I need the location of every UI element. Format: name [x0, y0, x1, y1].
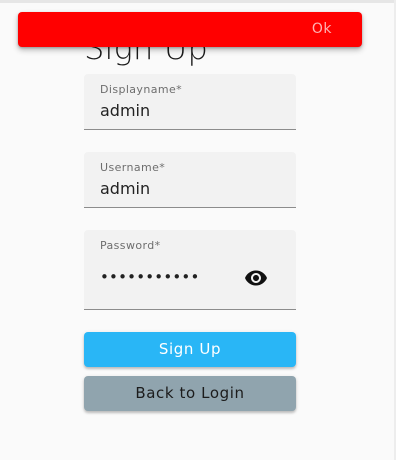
- username-input[interactable]: admin: [100, 179, 150, 198]
- displayname-field[interactable]: Displayname* admin: [84, 74, 296, 130]
- password-input[interactable]: •••••••••••: [100, 268, 200, 286]
- back-to-login-button[interactable]: Back to Login: [84, 376, 296, 411]
- snackbar-ok-button[interactable]: Ok: [312, 12, 332, 47]
- top-divider: [0, 0, 396, 3]
- username-label: Username*: [100, 161, 166, 174]
- eye-icon[interactable]: [244, 266, 268, 290]
- displayname-input[interactable]: admin: [100, 101, 150, 120]
- password-label: Password*: [100, 239, 161, 252]
- username-field[interactable]: Username* admin: [84, 152, 296, 208]
- password-field[interactable]: Password* •••••••••••: [84, 230, 296, 310]
- displayname-label: Displayname*: [100, 83, 183, 96]
- sign-up-button[interactable]: Sign Up: [84, 332, 296, 367]
- error-snackbar: Ok: [18, 12, 362, 47]
